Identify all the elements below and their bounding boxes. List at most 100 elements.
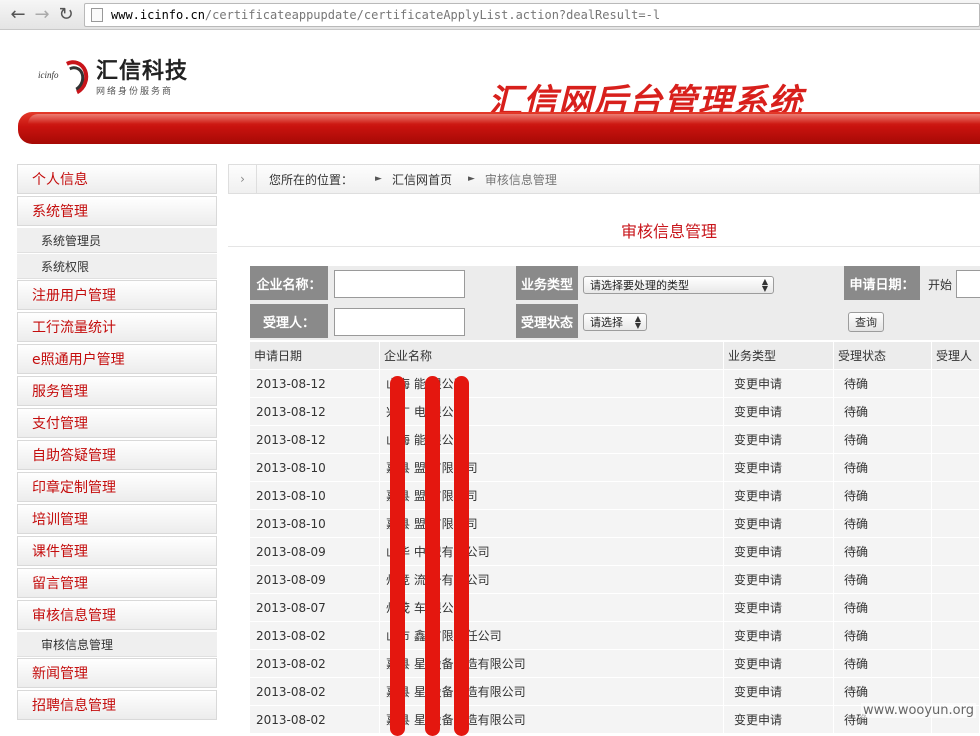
breadcrumb-sep-icon: ► <box>375 174 382 184</box>
status-label: 受理状态 <box>516 304 578 338</box>
table-cell: 变更申请 <box>724 678 834 705</box>
start-date-input[interactable] <box>956 270 980 298</box>
handler-label: 受理人： <box>250 304 328 338</box>
table-cell: 2013-08-12 <box>250 426 380 453</box>
table-cell: 2013-08-10 <box>250 454 380 481</box>
redaction-mark <box>425 376 440 736</box>
apply-date-label: 申请日期： <box>844 266 920 300</box>
table-cell: 待确 <box>834 650 932 677</box>
table-cell: 变更申请 <box>724 566 834 593</box>
sidebar-item[interactable]: 系统管理 <box>17 196 217 226</box>
logo[interactable]: icinfo 汇信科技 网络身份服务商 <box>38 58 188 98</box>
reload-icon[interactable]: ↻ <box>54 3 78 27</box>
sidebar-item[interactable]: 新闻管理 <box>17 658 217 688</box>
table-cell: 2013-08-12 <box>250 370 380 397</box>
sidebar-subitem[interactable]: 审核信息管理 <box>17 632 217 657</box>
table-cell: 2013-08-09 <box>250 566 380 593</box>
table-row[interactable]: 2013-08-02嘉县 星 设备制造有限公司变更申请待确 <box>250 677 980 705</box>
table-cell <box>932 482 980 509</box>
sidebar-item[interactable]: 自助答疑管理 <box>17 440 217 470</box>
status-value: 请选择 <box>590 314 623 330</box>
breadcrumb-toggle-icon[interactable]: › <box>229 165 257 193</box>
breadcrumb-sep-icon: ► <box>468 174 475 184</box>
company-name-label: 企业名称： <box>250 266 328 300</box>
back-icon[interactable]: ← <box>6 3 30 27</box>
column-header: 受理状态 <box>834 342 932 369</box>
handler-input[interactable] <box>334 308 465 336</box>
logo-icon: icinfo <box>38 58 94 98</box>
table-cell: 变更申请 <box>724 482 834 509</box>
sidebar-item[interactable]: 支付管理 <box>17 408 217 438</box>
sidebar-item[interactable]: 注册用户管理 <box>17 280 217 310</box>
sidebar-item[interactable]: 印章定制管理 <box>17 472 217 502</box>
query-button[interactable]: 查询 <box>848 312 884 332</box>
table-cell: 变更申请 <box>724 426 834 453</box>
table-cell: 变更申请 <box>724 510 834 537</box>
sidebar-item[interactable]: 服务管理 <box>17 376 217 406</box>
table-cell: 待确 <box>834 538 932 565</box>
header-red-bar <box>18 112 980 144</box>
biz-type-select[interactable]: 请选择要处理的类型 ▲▼ <box>583 276 774 294</box>
table-cell: 待确 <box>834 370 932 397</box>
breadcrumb-home-link[interactable]: 汇信网首页 <box>392 171 452 188</box>
table-cell <box>932 538 980 565</box>
sidebar-item[interactable]: e照通用户管理 <box>17 344 217 374</box>
sidebar-item[interactable]: 课件管理 <box>17 536 217 566</box>
table-row[interactable]: 2013-08-10嘉县 盟 有限公司变更申请待确 <box>250 481 980 509</box>
table-cell: 变更申请 <box>724 454 834 481</box>
table-header: 申请日期企业名称业务类型受理状态受理人 <box>250 342 980 369</box>
table-row[interactable]: 2013-08-02山市 鑫 有限责任公司变更申请待确 <box>250 621 980 649</box>
column-header: 受理人 <box>932 342 980 369</box>
table-row[interactable]: 2013-08-07州茂 车 限公司变更申请待确 <box>250 593 980 621</box>
table-cell: 待确 <box>834 454 932 481</box>
table-row[interactable]: 2013-08-10嘉县 盟 有限公司变更申请待确 <box>250 509 980 537</box>
table-cell <box>932 370 980 397</box>
table-cell: 变更申请 <box>724 594 834 621</box>
sidebar-item[interactable]: 留言管理 <box>17 568 217 598</box>
biz-type-label: 业务类型 <box>516 266 578 300</box>
table-cell <box>932 566 980 593</box>
table-row[interactable]: 2013-08-12山海 能 限公司变更申请待确 <box>250 425 980 453</box>
table-cell <box>932 678 980 705</box>
url-path: /certificateappupdate/certificateApplyLi… <box>205 8 660 22</box>
sidebar-item[interactable]: 审核信息管理 <box>17 600 217 630</box>
table-cell: 待确 <box>834 426 932 453</box>
table-cell <box>932 622 980 649</box>
table-row[interactable]: 2013-08-09州竞 流 备有限公司变更申请待确 <box>250 565 980 593</box>
sidebar-subitem[interactable]: 系统权限 <box>17 254 217 279</box>
filter-form: 企业名称： 业务类型 请选择要处理的类型 ▲▼ 申请日期： 开始 受理人： 受理… <box>250 266 980 340</box>
table-row[interactable]: 2013-08-02嘉县 星 设备制造有限公司变更申请待确 <box>250 649 980 677</box>
table-cell: 2013-08-02 <box>250 650 380 677</box>
sidebar-item[interactable]: 个人信息 <box>17 164 217 194</box>
page-icon <box>91 8 103 22</box>
table-row[interactable]: 2013-08-10嘉县 盟 有限公司变更申请待确 <box>250 453 980 481</box>
sidebar-item[interactable]: 招聘信息管理 <box>17 690 217 720</box>
audit-table: 申请日期企业名称业务类型受理状态受理人 2013-08-12山海 能 限公司变更… <box>250 342 980 733</box>
page-title: 审核信息管理 <box>228 218 980 242</box>
logo-name: 汇信科技 <box>96 60 188 84</box>
table-row[interactable]: 2013-08-12兴广 电 限公司变更申请待确 <box>250 397 980 425</box>
sidebar-item[interactable]: 培训管理 <box>17 504 217 534</box>
table-cell: 变更申请 <box>724 622 834 649</box>
table-cell: 待确 <box>834 622 932 649</box>
forward-icon[interactable]: → <box>30 3 54 27</box>
status-select[interactable]: 请选择 ▲▼ <box>583 313 647 331</box>
breadcrumb: › 您所在的位置： ► 汇信网首页 ► 审核信息管理 <box>228 164 980 194</box>
redaction-mark <box>454 376 469 736</box>
title-divider <box>228 246 980 247</box>
table-cell <box>932 426 980 453</box>
company-name-input[interactable] <box>334 270 465 298</box>
table-row[interactable]: 2013-08-12山海 能 限公司变更申请待确 <box>250 369 980 397</box>
table-cell <box>932 454 980 481</box>
table-cell <box>932 510 980 537</box>
browser-toolbar: ← → ↻ www.icinfo.cn/certificateappupdate… <box>0 0 980 30</box>
sidebar-item[interactable]: 工行流量统计 <box>17 312 217 342</box>
table-cell: 待确 <box>834 398 932 425</box>
select-arrows-icon: ▲▼ <box>762 278 768 292</box>
table-cell: 待确 <box>834 566 932 593</box>
sidebar-subitem[interactable]: 系统管理员 <box>17 228 217 253</box>
table-cell: 变更申请 <box>724 370 834 397</box>
table-cell: 2013-08-02 <box>250 622 380 649</box>
table-row[interactable]: 2013-08-09山华 中 织有限公司变更申请待确 <box>250 537 980 565</box>
address-bar[interactable]: www.icinfo.cn/certificateappupdate/certi… <box>84 3 980 27</box>
